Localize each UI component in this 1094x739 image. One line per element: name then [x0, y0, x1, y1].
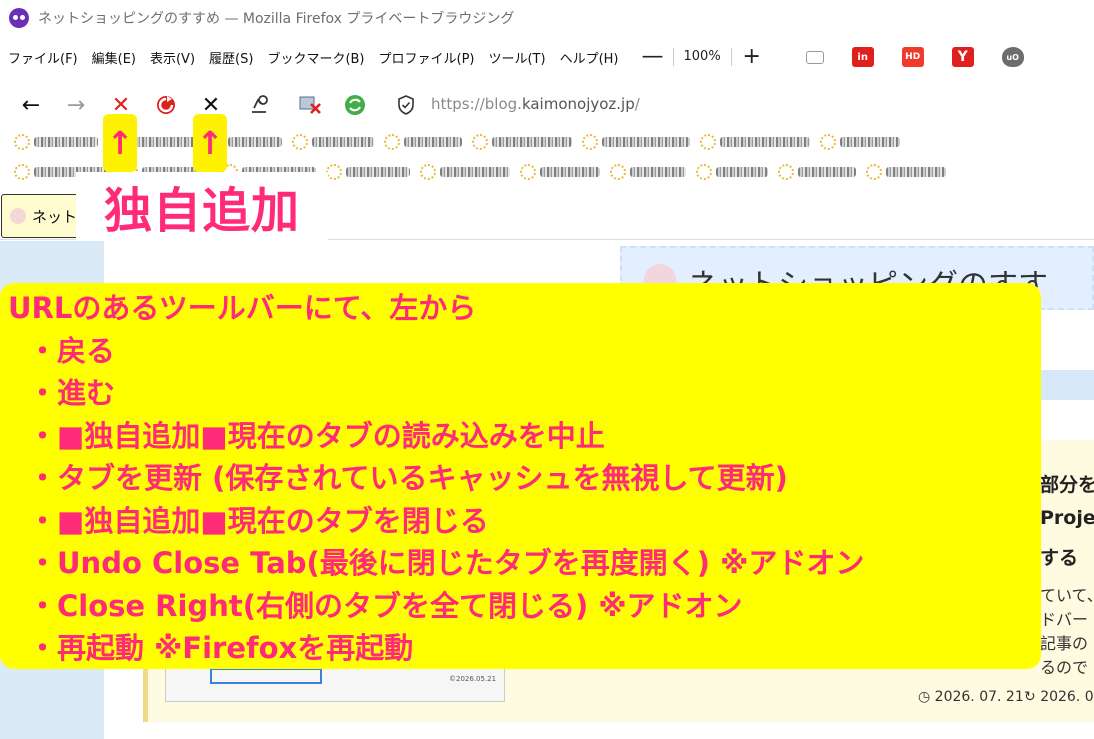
ublock-icon[interactable]: uO [1001, 47, 1024, 67]
bookmark-item[interactable] [582, 134, 690, 150]
note-line-5: ・■独自追加■現在のタブを閉じる [28, 503, 489, 538]
menu-help[interactable]: ヘルプ(H) [560, 48, 619, 67]
zoom-level[interactable]: 100% [672, 48, 732, 66]
bookmark-item[interactable] [384, 134, 462, 150]
bookmark-item[interactable] [778, 164, 856, 180]
close-right-tabs-button[interactable] [297, 92, 323, 118]
bookmark-item[interactable] [520, 164, 600, 180]
private-browsing-icon [9, 8, 29, 28]
card-small-2: ドバー [1040, 610, 1089, 629]
keyboard-icon[interactable] [805, 50, 824, 64]
annotation-custom-label-text: 独自追加 [103, 183, 300, 239]
note-line-8: ・再起動 ※Firefoxを再起動 [28, 631, 414, 665]
card-text-1: 部分を [1040, 474, 1094, 496]
bookmark-item[interactable] [292, 134, 374, 150]
updated-date-value: 2026. 07 [1040, 689, 1094, 705]
bookmark-item[interactable] [820, 134, 900, 150]
bookmarks-row-1 [14, 134, 900, 150]
restart-icon [345, 95, 365, 115]
annotation-arrow-close: ↑ [193, 114, 227, 172]
note-line-0: URLのあるツールバーにて、左から [8, 291, 477, 325]
site-favicon [10, 208, 26, 224]
bookmark-item[interactable] [326, 164, 410, 180]
annotation-note: URLのあるツールバーにて、左から ・戻る ・進む ・■独自追加■現在のタブの読… [0, 283, 1041, 669]
restart-button[interactable] [342, 92, 368, 118]
menu-bookmarks[interactable]: ブックマーク(B) [267, 48, 364, 67]
zoom-in-button[interactable]: + [738, 46, 766, 68]
bookmark-item[interactable] [866, 164, 946, 180]
published-date: ◷ 2026. 07. 21 [918, 689, 1024, 705]
menu-tools[interactable]: ツール(T) [488, 48, 545, 67]
menu-file[interactable]: ファイル(F) [8, 48, 78, 67]
site-security-button[interactable] [393, 92, 419, 118]
reload-bypass-cache-button[interactable] [153, 92, 179, 118]
menu-view[interactable]: 表示(V) [150, 48, 195, 67]
menu-profiles[interactable]: プロファイル(P) [379, 48, 475, 67]
bookmark-item[interactable] [696, 164, 768, 180]
navigation-toolbar: ← → ✕ ✕ https://blog.kaimonojyoz.jp/ [0, 80, 1094, 130]
title-bar: ネットショッピングのすすめ — Mozilla Firefox プライベートブラ… [0, 0, 1094, 36]
thumbnail-frame [210, 668, 322, 684]
back-button[interactable]: ← [18, 92, 44, 118]
menu-history[interactable]: 履歴(S) [209, 48, 253, 67]
bookmark-item[interactable] [420, 164, 510, 180]
updated-date: ↻ 2026. 07 [1024, 689, 1094, 705]
card-text-3: する [1040, 547, 1079, 569]
published-date-value: 2026. 07. 21 [934, 689, 1024, 705]
url-path: / [634, 95, 640, 113]
url-field[interactable]: https://blog.kaimonojyoz.jp/ [431, 95, 640, 113]
hd-icon[interactable]: HD [901, 47, 924, 67]
thumbnail-date: ©2026.05.21 [449, 675, 497, 683]
card-small-3: 記事の [1040, 634, 1089, 653]
page-band [1040, 370, 1094, 400]
note-line-6: ・Undo Close Tab(最後に閉じたタブを再度開く) ※アドオン [28, 546, 865, 580]
undo-close-tab-button[interactable] [246, 92, 272, 118]
url-scheme: https://blog. [431, 95, 522, 113]
note-line-2: ・進む [28, 376, 116, 410]
bookmark-item[interactable] [700, 134, 810, 150]
menu-bar: ファイル(F) 編集(E) 表示(V) 履歴(S) ブックマーク(B) プロファ… [0, 36, 1094, 78]
zoom-out-button[interactable]: — [639, 46, 667, 68]
tab-title: ネット [32, 207, 78, 226]
reload-icon [157, 96, 175, 114]
bookmark-item[interactable] [610, 164, 686, 180]
card-small-1: ていて、 [1040, 586, 1094, 605]
linkedin-lock-icon[interactable]: in [851, 47, 874, 67]
note-line-1: ・戻る [28, 333, 116, 368]
yahoo-icon[interactable]: Y [951, 47, 974, 67]
window-title: ネットショッピングのすすめ — Mozilla Firefox プライベートブラ… [38, 11, 515, 27]
annotation-custom-label: 独自追加 [76, 172, 328, 240]
note-line-4: ・タブを更新 (保存されているキャッシュを無視して更新) [28, 461, 788, 495]
menu-edit[interactable]: 編集(E) [92, 48, 136, 67]
note-line-3: ・■独自追加■現在のタブの読み込みを中止 [28, 418, 605, 453]
card-text-2: Proje [1040, 507, 1094, 529]
shield-icon [398, 95, 414, 115]
annotation-arrow-stop: ↑ [103, 114, 137, 172]
bookmark-item[interactable] [472, 134, 572, 150]
note-line-7: ・Close Right(右側のタブを全て閉じる) ※アドオン [28, 588, 743, 623]
bookmark-item[interactable] [14, 134, 98, 150]
card-small-4: るので [1040, 658, 1089, 677]
close-right-icon [299, 96, 321, 114]
url-host: kaimonojyoz.jp [521, 95, 635, 113]
undo-close-tab-icon [252, 95, 268, 113]
forward-button[interactable]: → [63, 92, 89, 118]
